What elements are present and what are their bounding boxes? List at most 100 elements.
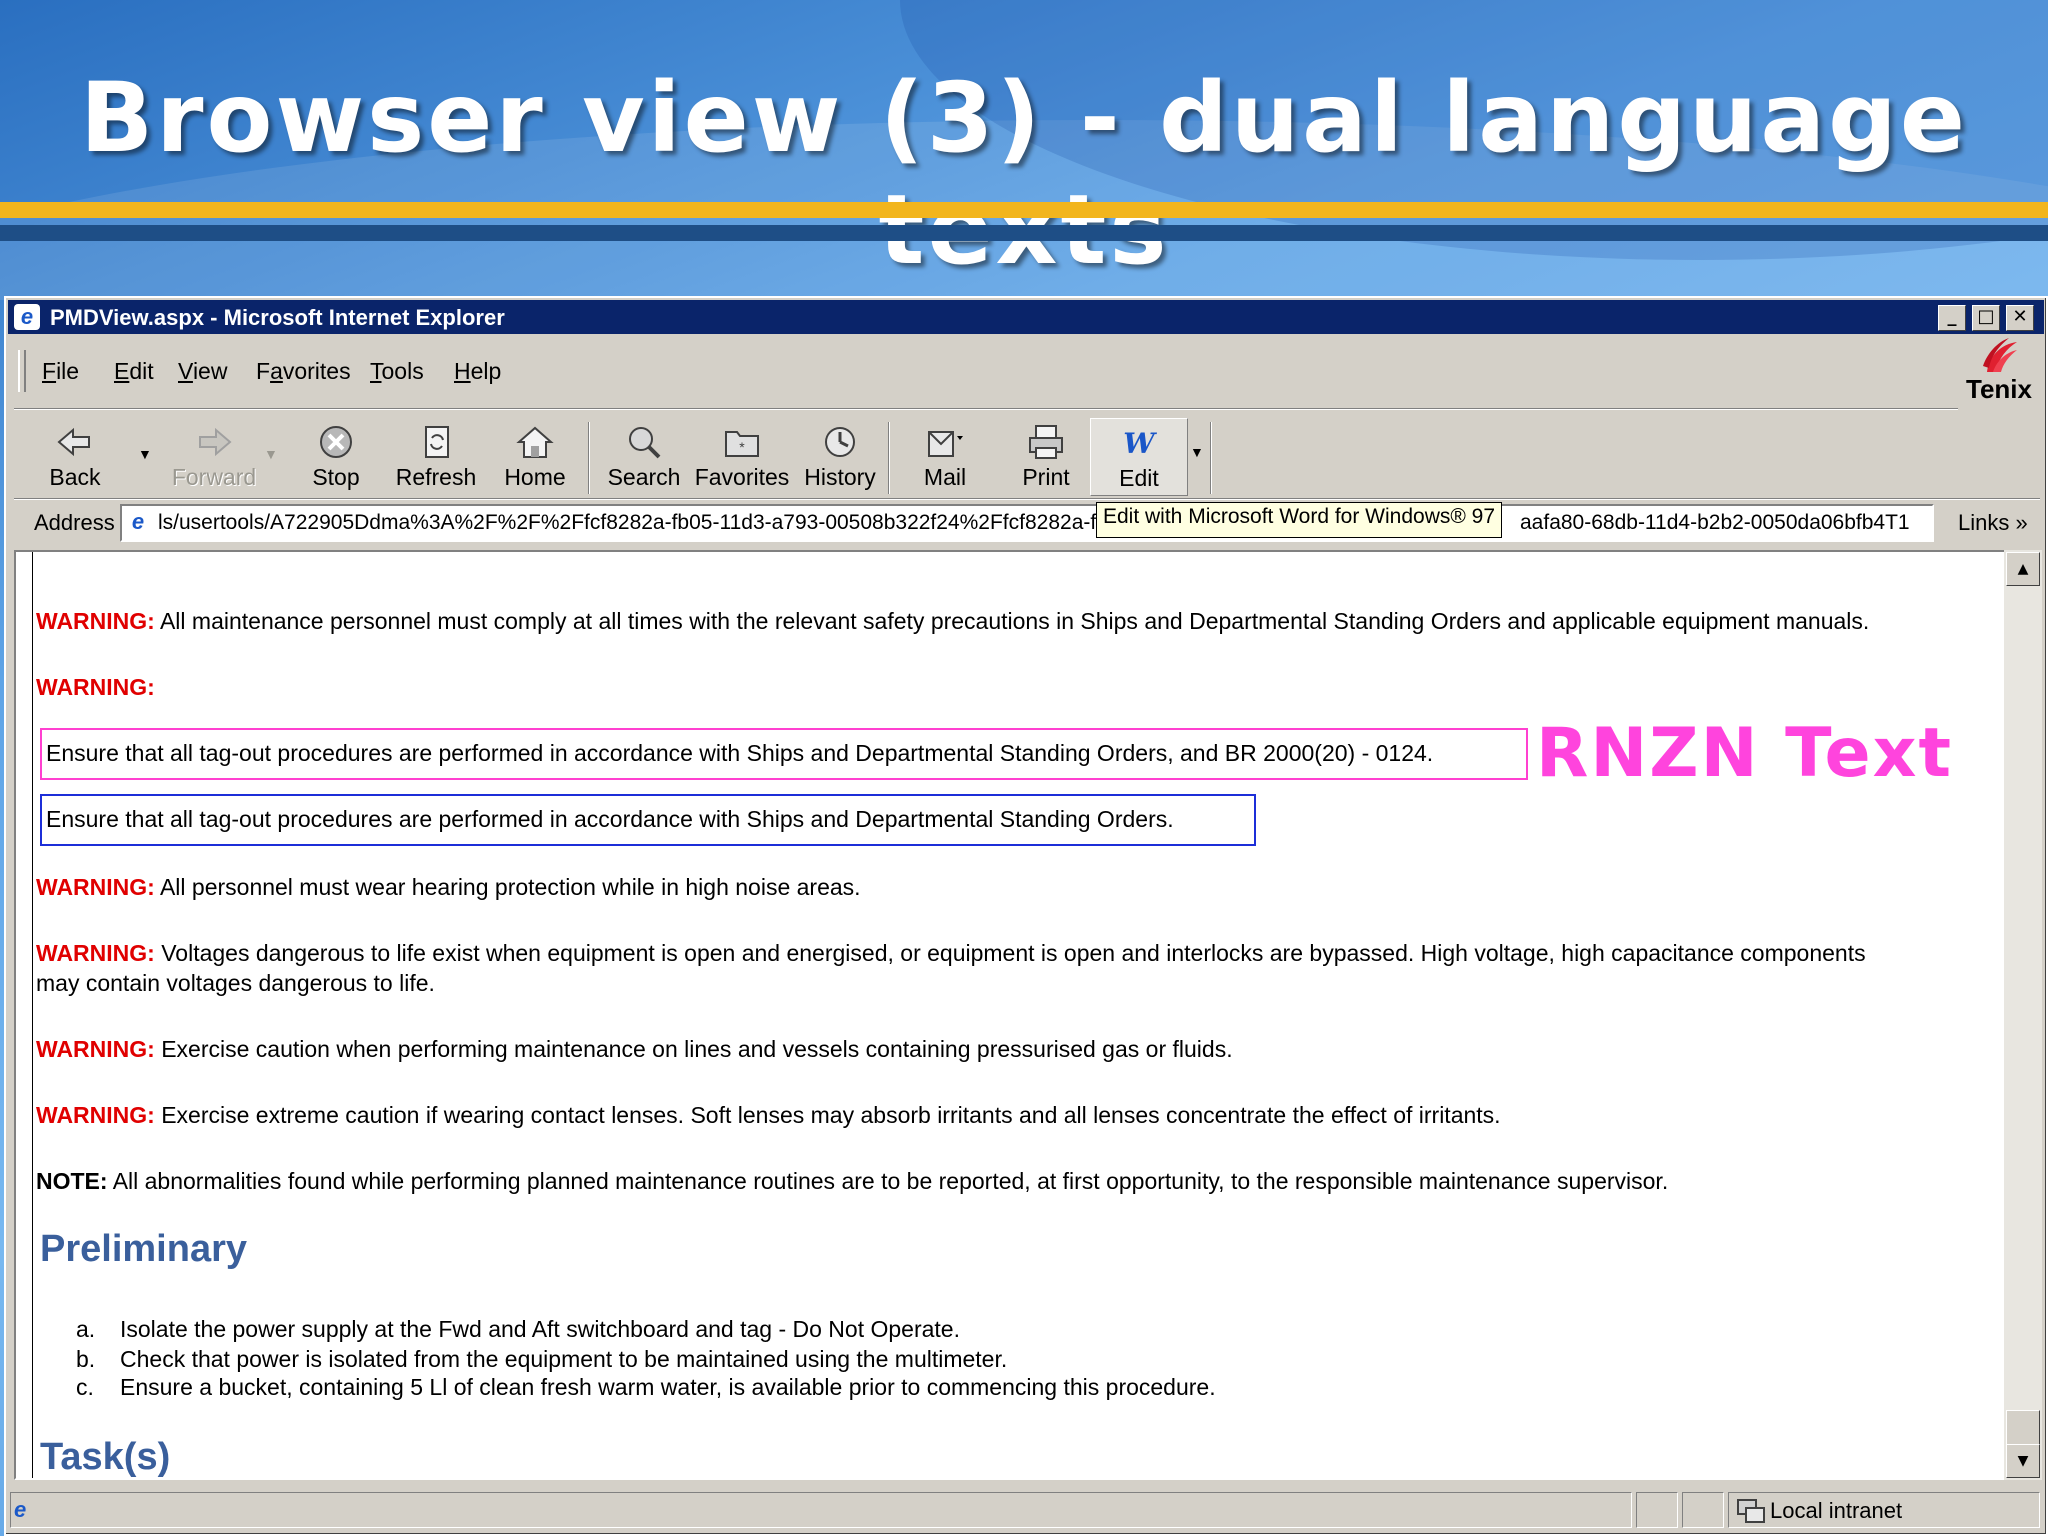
warning-text: Exercise caution when performing mainten…	[161, 1036, 1233, 1062]
heading-preliminary: Preliminary	[40, 1228, 247, 1270]
history-button[interactable]: History	[794, 418, 886, 498]
status-panel	[1682, 1492, 1724, 1528]
address-label: Address	[34, 510, 115, 535]
status-bar: e Local intranet	[8, 1490, 2044, 1530]
maximize-button[interactable]: □	[1972, 305, 2000, 331]
menu-view[interactable]: View	[178, 358, 227, 385]
toolbar-separator	[588, 422, 590, 494]
browser-window: e PMDView.aspx - Microsoft Internet Expl…	[4, 296, 2048, 1536]
home-icon	[516, 426, 554, 458]
brand-logo: Tenix	[1960, 336, 2038, 416]
window-title: PMDView.aspx - Microsoft Internet Explor…	[50, 305, 505, 330]
scroll-down-button[interactable]: ▼	[2006, 1444, 2040, 1478]
warning-paragraph: WARNING: Exercise extreme caution if wea…	[36, 1100, 1501, 1130]
stop-icon	[320, 426, 352, 458]
warning-paragraph: WARNING: All maintenance personnel must …	[36, 606, 1869, 636]
standard-text: Ensure that all tag-out procedures are p…	[46, 806, 1174, 832]
warning-label: WARNING:	[36, 940, 155, 966]
status-main-panel	[10, 1492, 1632, 1528]
warning-paragraph: WARNING:	[36, 672, 155, 702]
warning-text: Voltages dangerous to life exist when eq…	[161, 940, 1866, 966]
back-button[interactable]: Back	[32, 418, 118, 498]
stop-button[interactable]: Stop	[296, 418, 376, 498]
forward-button[interactable]: Forward	[156, 418, 272, 498]
refresh-icon	[425, 426, 449, 458]
search-icon	[629, 427, 661, 459]
content-margin-line	[32, 552, 33, 1478]
tenix-swirl-icon	[1983, 338, 2017, 372]
print-button[interactable]: Print	[1004, 418, 1088, 498]
warning-text: All maintenance personnel must comply at…	[159, 608, 1870, 634]
menu-grip[interactable]	[18, 350, 26, 392]
toolbar-separator	[1210, 422, 1212, 494]
favorites-folder-icon: *	[725, 431, 759, 457]
toolbar-separator-line	[14, 498, 2040, 500]
address-url-left: ls/usertools/A722905Ddma%3A%2F%2F%2Ffcf8…	[158, 511, 1108, 534]
page-content: WARNING: All maintenance personnel must …	[14, 550, 2008, 1480]
menu-tools[interactable]: Tools	[370, 358, 424, 385]
mail-icon	[928, 431, 963, 457]
list-item: a. Isolate the power supply at the Fwd an…	[76, 1316, 960, 1342]
refresh-button[interactable]: Refresh	[388, 418, 484, 498]
home-button[interactable]: Home	[492, 418, 578, 498]
rnzn-text: Ensure that all tag-out procedures are p…	[46, 740, 1434, 766]
edit-button[interactable]: W Edit	[1090, 418, 1188, 496]
note-paragraph: NOTE: All abnormalities found while perf…	[36, 1166, 1668, 1196]
address-bar: Address e ls/usertools/A722905Ddma%3A%2F…	[14, 502, 2040, 542]
warning-text-continued: may contain voltages dangerous to life.	[36, 970, 435, 996]
forward-arrow-icon	[199, 427, 232, 457]
note-label: NOTE:	[36, 1168, 108, 1194]
warning-label: WARNING:	[36, 874, 155, 900]
warning-text: Exercise extreme caution if wearing cont…	[161, 1102, 1501, 1128]
back-dropdown-icon[interactable]: ▼	[138, 446, 152, 462]
zone-label: Local intranet	[1770, 1498, 1903, 1523]
menu-file[interactable]: File	[42, 358, 79, 385]
brand-name: Tenix	[1966, 374, 2032, 404]
menu-separator	[14, 408, 1958, 410]
back-arrow-icon	[57, 427, 90, 457]
history-icon	[825, 427, 855, 457]
menu-edit[interactable]: Edit	[114, 358, 154, 385]
rnzn-annotation: RNZN Text	[1536, 714, 1954, 793]
forward-dropdown-icon[interactable]: ▼	[264, 446, 278, 462]
close-button[interactable]: ✕	[2006, 305, 2034, 331]
title-bar: e PMDView.aspx - Microsoft Internet Expl…	[8, 300, 2044, 334]
warning-label: WARNING:	[36, 674, 155, 700]
local-intranet-icon	[1737, 1499, 1765, 1523]
favorites-button[interactable]: * Favorites	[694, 418, 790, 498]
vertical-scrollbar[interactable]: ▲ ▼	[2004, 550, 2042, 1480]
ie-logo-icon: e	[14, 304, 40, 330]
links-button[interactable]: Links »	[1958, 510, 2028, 536]
standard-toolbar: Back ▼ Forward ▼ Stop Refresh Home Searc…	[14, 418, 1958, 498]
blue-stripe	[0, 225, 2048, 241]
warning-label: WARNING:	[36, 608, 155, 634]
svg-text:*: *	[739, 439, 745, 455]
word-edit-icon: W	[1123, 427, 1157, 460]
status-panel	[1636, 1492, 1678, 1528]
warning-paragraph: WARNING: Exercise caution when performin…	[36, 1034, 1233, 1064]
minimize-button[interactable]: _	[1938, 305, 1966, 331]
edit-tooltip: Edit with Microsoft Word for Windows® 97	[1096, 502, 1503, 538]
menu-help[interactable]: Help	[454, 358, 501, 385]
mail-button[interactable]: Mail	[900, 418, 990, 498]
svg-text:W: W	[1123, 427, 1157, 460]
address-url-right: aafa80-68db-11d4-b2b2-0050da06bfb4T1	[1516, 511, 1910, 535]
warning-label: WARNING:	[36, 1102, 155, 1128]
toolbar-separator	[888, 422, 890, 494]
menu-bar: File Edit View Favorites Tools Help	[14, 340, 1954, 400]
heading-tasks: Task(s)	[40, 1436, 171, 1478]
slide-title: Browser view (3) - dual language texts	[80, 62, 1968, 286]
page-done-icon: e	[14, 1497, 27, 1522]
search-button[interactable]: Search	[596, 418, 692, 498]
warning-paragraph: WARNING: All personnel must wear hearing…	[36, 872, 861, 902]
warning-paragraph: WARNING: Voltages dangerous to life exis…	[36, 938, 1866, 998]
warning-label: WARNING:	[36, 1036, 155, 1062]
list-item: b. Check that power is isolated from the …	[76, 1346, 1008, 1372]
list-item: c. Ensure a bucket, containing 5 Ll of cl…	[76, 1374, 1216, 1400]
edit-dropdown-icon[interactable]: ▼	[1190, 444, 1204, 460]
gold-stripe	[0, 202, 2048, 218]
address-input[interactable]: e ls/usertools/A722905Ddma%3A%2F%2F%2Ffc…	[120, 504, 1934, 542]
menu-favorites[interactable]: Favorites	[256, 358, 351, 385]
printer-icon	[1029, 425, 1063, 459]
scroll-up-button[interactable]: ▲	[2006, 552, 2040, 586]
